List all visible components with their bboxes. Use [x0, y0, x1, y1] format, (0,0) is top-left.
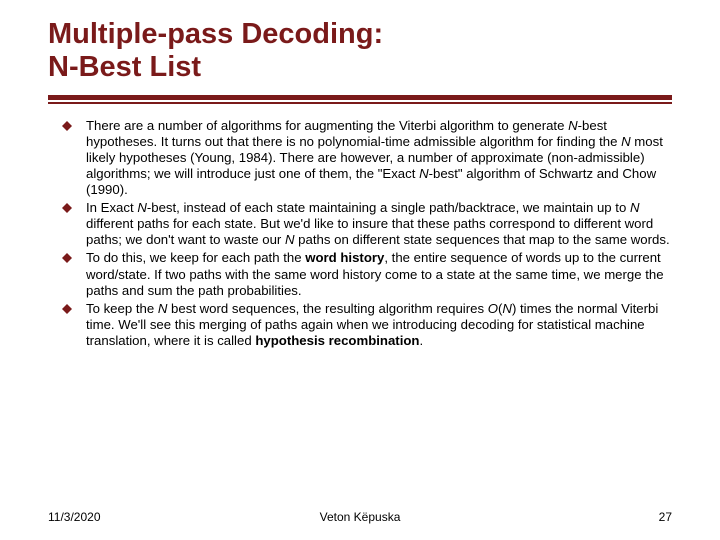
list-item: There are a number of algorithms for aug… — [62, 118, 672, 198]
slide-title: Multiple-pass Decoding: N-Best List — [48, 18, 672, 85]
bullet-list: There are a number of algorithms for aug… — [48, 118, 672, 349]
bullet-text: In Exact N-best, instead of each state m… — [86, 200, 670, 247]
diamond-icon — [62, 304, 72, 314]
footer-page: 27 — [659, 510, 672, 524]
bullet-text: To keep the N best word sequences, the r… — [86, 301, 658, 348]
bullet-text: There are a number of algorithms for aug… — [86, 118, 663, 197]
list-item: To keep the N best word sequences, the r… — [62, 301, 672, 349]
title-line-1: Multiple-pass Decoding: — [48, 18, 383, 50]
list-item: To do this, we keep for each path the wo… — [62, 250, 672, 298]
footer-date: 11/3/2020 — [48, 510, 101, 524]
title-line-2: N-Best List — [48, 51, 201, 83]
footer-author: Veton Këpuska — [320, 510, 401, 524]
diamond-icon — [62, 203, 72, 213]
slide-footer: 11/3/2020 Veton Këpuska 27 — [48, 510, 672, 524]
list-item: In Exact N-best, instead of each state m… — [62, 200, 672, 248]
bullet-text: To do this, we keep for each path the wo… — [86, 250, 664, 297]
diamond-icon — [62, 253, 72, 263]
diamond-icon — [62, 121, 72, 131]
title-rule — [48, 95, 672, 104]
